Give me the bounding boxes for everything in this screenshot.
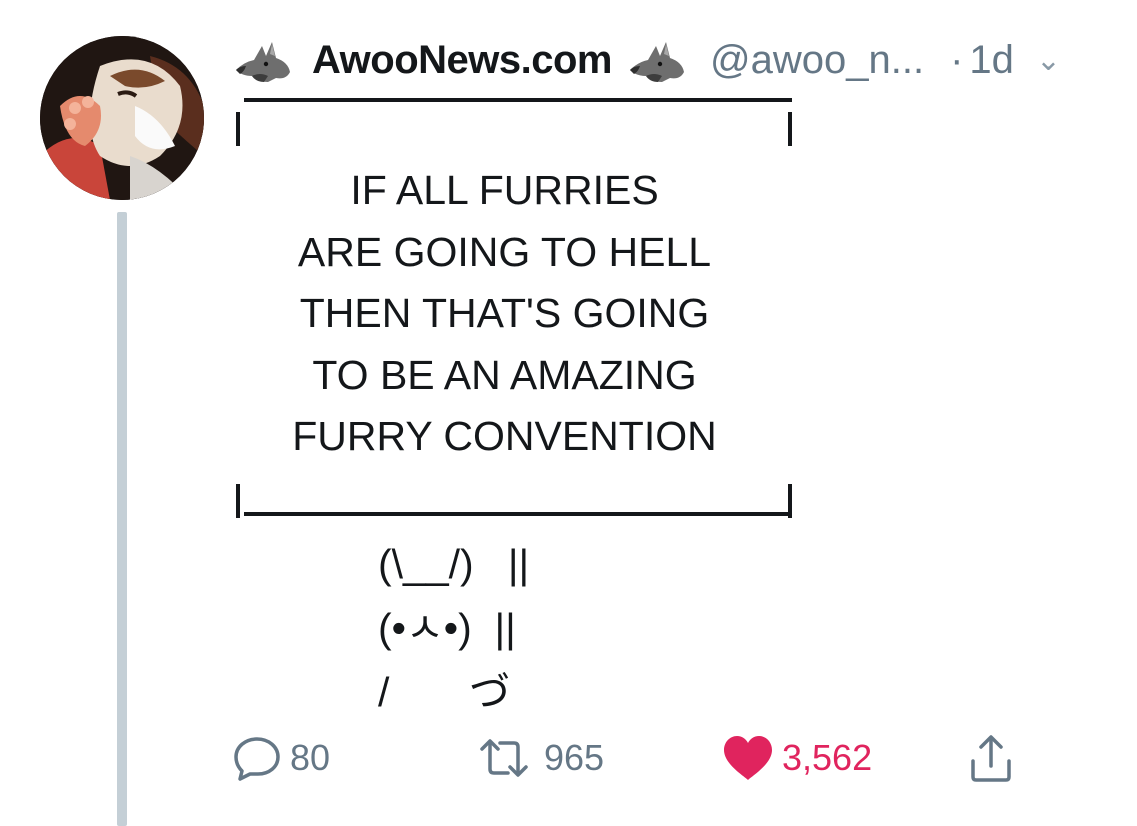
like-count: 3,562 bbox=[782, 737, 873, 778]
meta-separator: · bbox=[950, 37, 964, 82]
bunny-line: (•ㅅ•) || bbox=[378, 605, 516, 651]
tweet-header: AwooNews.com @awoo_n... · 1d ⌄ bbox=[232, 30, 1137, 90]
sign-bottom-border bbox=[244, 512, 792, 516]
reply-count: 80 bbox=[290, 737, 331, 778]
bunny-line: (\__/) || bbox=[378, 541, 530, 587]
chevron-down-icon[interactable]: ⌄ bbox=[1036, 43, 1061, 78]
avatar[interactable] bbox=[40, 36, 204, 200]
tweet-age[interactable]: 1d bbox=[969, 38, 1014, 83]
furry-character-avatar-icon bbox=[40, 36, 204, 200]
sign-top-border bbox=[244, 98, 792, 102]
heart-icon bbox=[724, 736, 772, 780]
wolf-emoji-icon bbox=[626, 36, 688, 84]
sign-left-bar-top bbox=[236, 112, 240, 146]
user-handle[interactable]: @awoo_n... bbox=[710, 38, 924, 83]
sign-left-bar-bottom bbox=[236, 484, 240, 518]
ascii-bunny: (\__/) || (•ㅅ•) || / づ bbox=[378, 532, 529, 724]
wolf-emoji-icon bbox=[232, 36, 294, 84]
tweet-action-bar: 80 965 3,562 bbox=[232, 728, 1052, 788]
sign-line: IF ALL FURRIES bbox=[350, 167, 659, 213]
share-icon bbox=[971, 735, 1011, 782]
share-button[interactable] bbox=[966, 728, 1024, 788]
reply-button[interactable]: 80 bbox=[232, 728, 330, 788]
thread-connector-line bbox=[117, 212, 127, 826]
reply-bubble-icon bbox=[234, 737, 280, 781]
display-name[interactable]: AwooNews.com bbox=[312, 38, 613, 83]
sign-line: TO BE AN AMAZING bbox=[312, 351, 697, 398]
sign-text: IF ALL FURRIES ARE GOING TO HELL THEN TH… bbox=[232, 160, 777, 468]
sign-right-bar-top bbox=[788, 112, 792, 146]
sign-line: THEN THAT'S GOING bbox=[299, 290, 710, 336]
retweet-icon bbox=[480, 739, 528, 777]
retweet-button[interactable]: 965 bbox=[472, 728, 604, 788]
like-button[interactable]: 3,562 bbox=[722, 728, 872, 788]
sign-line: ARE GOING TO HELL bbox=[297, 228, 712, 275]
bunny-line: / づ bbox=[378, 669, 511, 715]
retweet-count: 965 bbox=[544, 737, 605, 778]
sign-line: FURRY CONVENTION bbox=[292, 413, 717, 459]
